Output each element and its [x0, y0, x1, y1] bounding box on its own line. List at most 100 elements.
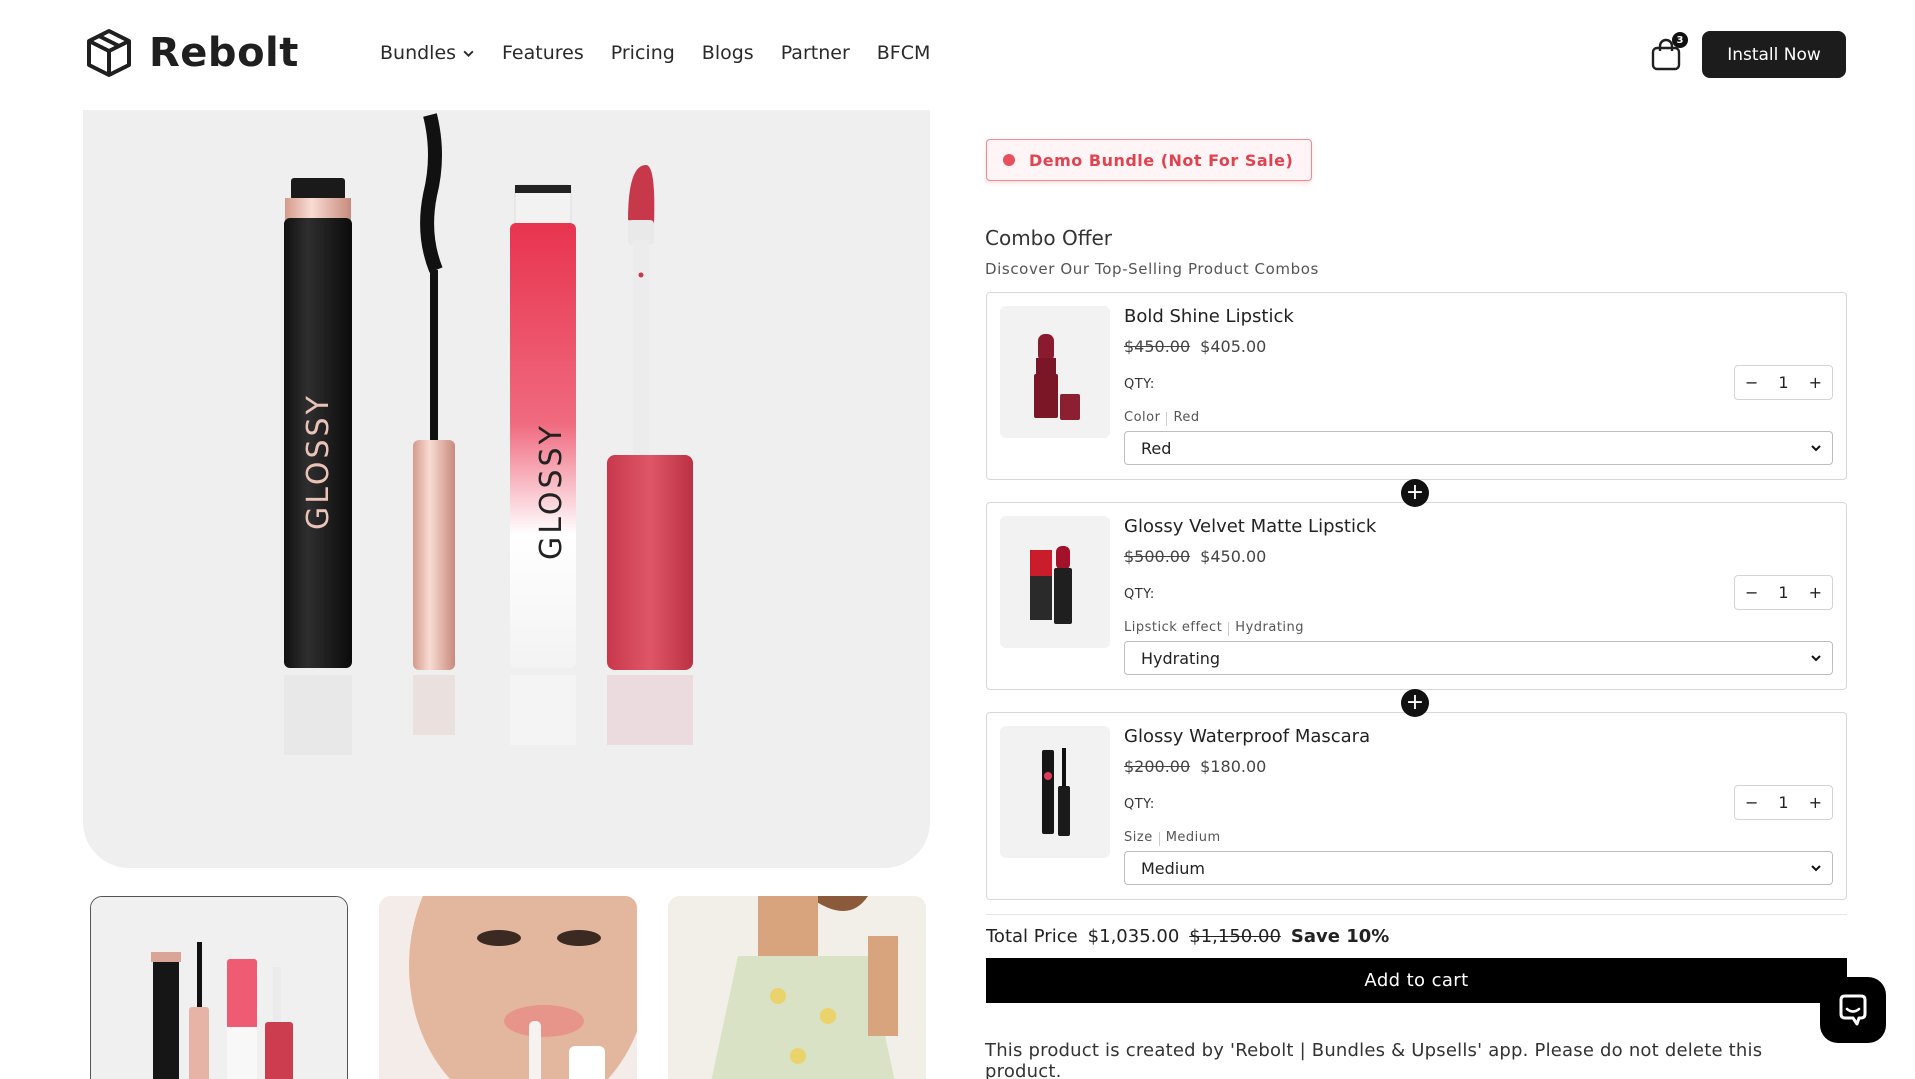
- cart-button[interactable]: 3: [1650, 32, 1688, 72]
- combo-subtitle: Discover Our Top-Selling Product Combos: [985, 260, 1319, 278]
- divider: [986, 914, 1847, 915]
- nav-item-pricing[interactable]: Pricing: [611, 42, 675, 64]
- thumbnail-image: [379, 896, 637, 1079]
- original-price: $200.00: [1124, 757, 1191, 776]
- variant-divider: [1228, 622, 1230, 636]
- original-price: $500.00: [1124, 547, 1191, 566]
- variant-select[interactable]: Hydrating: [1124, 641, 1833, 675]
- variant-option-name: Color: [1124, 410, 1161, 425]
- thumbnail-2[interactable]: [379, 896, 637, 1079]
- bundle-item-card: Bold Shine Lipstick $450.00 $405.00 QTY:…: [986, 292, 1847, 480]
- brand-logo[interactable]: Rebolt: [83, 27, 299, 79]
- price-row: $200.00 $180.00: [1124, 757, 1266, 776]
- plus-icon: +: [1401, 689, 1429, 717]
- chevron-down-icon: [1811, 445, 1821, 452]
- status-dot-icon: [1003, 154, 1015, 166]
- bundle-item-card: Glossy Waterproof Mascara $200.00 $180.0…: [986, 712, 1847, 900]
- qty-label: QTY:: [1124, 587, 1155, 602]
- chat-bubble-icon: [1839, 994, 1867, 1026]
- product-main-image[interactable]: GLOSSY GLOSSY: [83, 110, 930, 868]
- quantity-value[interactable]: 1: [1778, 583, 1788, 602]
- demo-badge-text: Demo Bundle (Not For Sale): [1029, 150, 1294, 170]
- qty-label: QTY:: [1124, 797, 1155, 812]
- nav-item-bfcm[interactable]: BFCM: [877, 42, 931, 64]
- bundle-item-card: Glossy Velvet Matte Lipstick $500.00 $45…: [986, 502, 1847, 690]
- bundle-item-name: Glossy Waterproof Mascara: [1124, 726, 1371, 747]
- product-thumbnail: [1000, 726, 1110, 858]
- price-row: $500.00 $450.00: [1124, 547, 1266, 566]
- sale-price: $405.00: [1200, 337, 1267, 356]
- nav-item-label: Blogs: [701, 42, 754, 64]
- main-nav: Bundles Features Pricing Blogs Partner B…: [380, 42, 930, 64]
- price-row: $450.00 $405.00: [1124, 337, 1266, 356]
- select-value: Red: [1141, 438, 1172, 458]
- nav-item-label: Bundles: [380, 42, 457, 64]
- select-value: Hydrating: [1141, 648, 1221, 668]
- product-thumbnail: [1000, 516, 1110, 648]
- thumbnail-3[interactable]: [668, 896, 926, 1079]
- lipstick-image: [1030, 546, 1072, 624]
- qty-label: QTY:: [1124, 377, 1155, 392]
- thumbnail-strip: [90, 896, 926, 1079]
- nav-item-features[interactable]: Features: [502, 42, 584, 64]
- nav-item-label: Partner: [780, 42, 850, 64]
- quantity-value[interactable]: 1: [1778, 793, 1788, 812]
- plus-icon[interactable]: +: [1809, 793, 1822, 812]
- minus-icon[interactable]: −: [1745, 793, 1758, 812]
- plus-icon[interactable]: +: [1809, 583, 1822, 602]
- nav-item-partner[interactable]: Partner: [781, 42, 850, 64]
- sale-price: $450.00: [1200, 547, 1267, 566]
- variant-select[interactable]: Red: [1124, 431, 1833, 465]
- thumbnail-image: [91, 897, 347, 1079]
- variant-option-name: Size: [1124, 830, 1153, 845]
- sale-price: $180.00: [1200, 757, 1267, 776]
- quantity-value[interactable]: 1: [1778, 373, 1788, 392]
- quantity-stepper: − 1 +: [1734, 785, 1833, 820]
- install-now-button[interactable]: Install Now: [1702, 31, 1846, 78]
- thumbnail-1[interactable]: [90, 896, 348, 1079]
- chevron-down-icon: [1811, 865, 1821, 872]
- nav-item-label: Features: [502, 42, 584, 64]
- quantity-stepper: − 1 +: [1734, 365, 1833, 400]
- quantity-stepper: − 1 +: [1734, 575, 1833, 610]
- total-original-price: $1,150.00: [1189, 926, 1281, 947]
- site-header: Rebolt Bundles Features Pricing Blogs Pa…: [0, 0, 1915, 110]
- tube-brand-text: GLOSSY: [534, 423, 569, 560]
- combo-title: Combo Offer: [985, 226, 1113, 250]
- product-thumbnail: [1000, 306, 1110, 438]
- total-label: Total Price: [986, 926, 1078, 947]
- add-to-cart-button[interactable]: Add to cart: [986, 958, 1847, 1003]
- mascara-image: [1042, 748, 1070, 836]
- variant-option-name: Lipstick effect: [1124, 620, 1223, 635]
- thumbnail-image: [668, 896, 926, 1079]
- minus-icon[interactable]: −: [1745, 373, 1758, 392]
- demo-bundle-badge: Demo Bundle (Not For Sale): [986, 139, 1312, 181]
- brand-name: Rebolt: [149, 30, 299, 76]
- chat-support-button[interactable]: [1820, 977, 1886, 1043]
- variant-label-row: Size Medium: [1124, 830, 1221, 846]
- original-price: $450.00: [1124, 337, 1191, 356]
- minus-icon[interactable]: −: [1745, 583, 1758, 602]
- variant-label-row: Color Red: [1124, 410, 1200, 426]
- total-price: $1,035.00: [1087, 926, 1180, 947]
- cart-count-badge: 3: [1672, 32, 1688, 48]
- variant-option-value: Medium: [1165, 830, 1221, 845]
- nav-item-label: BFCM: [876, 42, 931, 64]
- box-logo-icon: [87, 29, 131, 77]
- nav-item-blogs[interactable]: Blogs: [702, 42, 754, 64]
- tube-brand-text: GLOSSY: [301, 393, 336, 530]
- select-value: Medium: [1141, 858, 1205, 878]
- app-notice-text: This product is created by 'Rebolt | Bun…: [985, 1040, 1763, 1079]
- variant-option-value: Hydrating: [1235, 620, 1305, 635]
- chevron-down-icon: [1811, 655, 1821, 662]
- variant-select[interactable]: Medium: [1124, 851, 1833, 885]
- product-photo: GLOSSY GLOSSY: [284, 113, 693, 755]
- total-price-row: Total Price $1,035.00 $1,150.00 Save 10%: [986, 926, 1389, 947]
- bundle-item-name: Bold Shine Lipstick: [1124, 306, 1294, 327]
- savings-text: Save 10%: [1290, 926, 1390, 947]
- plus-icon[interactable]: +: [1809, 373, 1822, 392]
- nav-item-label: Pricing: [610, 42, 675, 64]
- variant-label-row: Lipstick effect Hydrating: [1124, 620, 1304, 636]
- plus-icon: +: [1401, 479, 1429, 507]
- nav-item-bundles[interactable]: Bundles: [380, 42, 475, 64]
